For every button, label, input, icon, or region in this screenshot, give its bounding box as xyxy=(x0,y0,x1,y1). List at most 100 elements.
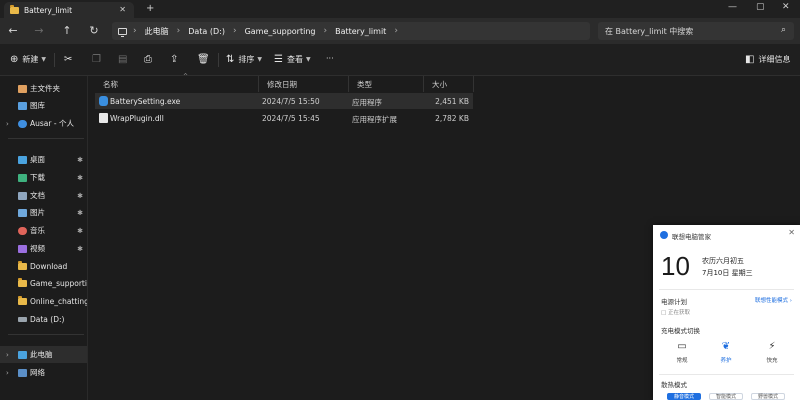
exe-icon xyxy=(99,96,108,106)
charge-mode-care[interactable]: ❦ 养护 xyxy=(711,341,741,364)
power-plan-link[interactable]: 联想性能模式 › xyxy=(755,296,792,304)
sidebar-item-music[interactable]: 音乐 ✱ xyxy=(0,222,87,239)
sidebar-item-online-chatting[interactable]: Online_chatting xyxy=(0,293,87,310)
address-bar[interactable]: › 此电脑 › Data (D:) › Game_supporting › Ba… xyxy=(112,22,590,40)
file-type: 应用程序扩展 xyxy=(352,115,397,124)
chevron-right-icon[interactable]: › xyxy=(6,120,9,128)
panel-title: 联想电脑管家 xyxy=(672,233,711,241)
back-button[interactable]: ← xyxy=(6,24,20,37)
charge-mode-label-text: 快充 xyxy=(766,358,778,364)
details-pane-icon: ◧ xyxy=(745,54,755,65)
new-tab-button[interactable]: + xyxy=(146,3,154,14)
sort-label: 排序 xyxy=(238,55,255,64)
home-icon xyxy=(18,84,27,93)
tab-battery-limit[interactable]: Battery_limit ✕ xyxy=(4,2,134,18)
forward-button[interactable]: → xyxy=(32,24,46,37)
sidebar-item-label: 图片 xyxy=(30,208,45,217)
minimize-button[interactable]: — xyxy=(728,2,737,12)
breadcrumb-separator[interactable]: › xyxy=(394,26,398,36)
column-header-size[interactable]: 大小 xyxy=(424,76,474,92)
column-header-name[interactable]: 名称 ^ xyxy=(95,73,259,92)
panel-close-button[interactable]: ✕ xyxy=(788,228,795,237)
sidebar-item-network[interactable]: › 网络 xyxy=(0,364,87,381)
cut-button[interactable]: ✂ xyxy=(64,54,76,65)
perf-mode-silent[interactable]: 静音模式 xyxy=(667,393,701,400)
view-button[interactable]: ☰ 查看 ▼ xyxy=(274,54,311,65)
sidebar-item-downloads[interactable]: 下载 ✱ xyxy=(0,169,87,186)
computer-icon xyxy=(18,350,27,359)
delete-button[interactable]: 🗑 xyxy=(197,54,214,65)
sidebar-item-pictures[interactable]: 图片 ✱ xyxy=(0,204,87,221)
view-icon: ☰ xyxy=(274,54,283,65)
sidebar-item-home[interactable]: 主文件夹 xyxy=(0,80,87,97)
power-plan-status: 正在获取 xyxy=(661,308,690,316)
breadcrumb-battery-limit[interactable]: Battery_limit xyxy=(335,27,386,36)
search-input[interactable]: 在 Battery_limit 中搜索 xyxy=(605,26,693,37)
chevron-down-icon: ▼ xyxy=(257,56,263,63)
pin-icon: ✱ xyxy=(77,191,83,200)
sidebar-item-download-folder[interactable]: Download xyxy=(0,258,87,275)
table-row[interactable]: WrapPlugin.dll 2024/7/5 15:45 应用程序扩展 2,7… xyxy=(95,110,473,126)
sidebar-item-label: 网络 xyxy=(30,368,45,377)
close-window-button[interactable]: ✕ xyxy=(782,2,790,12)
sidebar-item-onedrive[interactable]: › Ausar - 个人 xyxy=(0,115,87,132)
network-icon xyxy=(18,368,27,377)
sidebar-item-label: 桌面 xyxy=(30,155,45,164)
column-header-label: 类型 xyxy=(357,79,372,89)
document-icon xyxy=(18,191,27,200)
up-button[interactable]: ↑ xyxy=(60,24,74,37)
sidebar-item-label: Online_chatting xyxy=(30,297,87,306)
sidebar-item-label: 图库 xyxy=(30,101,45,110)
file-type: 应用程序 xyxy=(352,98,382,107)
tab-close-icon[interactable]: ✕ xyxy=(119,5,126,14)
sidebar-item-gallery[interactable]: 图库 xyxy=(0,97,87,114)
column-header-label: 修改日期 xyxy=(267,79,297,89)
sidebar-item-label: Game_supporting xyxy=(30,279,87,288)
maximize-button[interactable]: ▢ xyxy=(756,2,765,12)
charge-mode-fast[interactable]: ⚡ 快充 xyxy=(757,341,787,364)
sidebar-item-videos[interactable]: 视频 ✱ xyxy=(0,240,87,257)
breadcrumb-game-supporting[interactable]: Game_supporting xyxy=(245,27,316,36)
sidebar-item-documents[interactable]: 文档 ✱ xyxy=(0,187,87,204)
search-box[interactable]: 在 Battery_limit 中搜索 ⌕ xyxy=(598,22,794,40)
sidebar-item-label: 下载 xyxy=(30,173,45,182)
perf-mode-smart[interactable]: 智能模式 xyxy=(709,393,743,400)
sidebar-item-this-pc[interactable]: › 此电脑 xyxy=(0,346,87,363)
new-button[interactable]: ⊕ 新建 ▼ xyxy=(10,54,46,65)
charge-mode-normal[interactable]: ▭ 常规 xyxy=(667,341,697,364)
chevron-right-icon[interactable]: › xyxy=(6,369,9,377)
table-row[interactable]: BatterySetting.exe 2024/7/5 15:50 应用程序 2… xyxy=(95,93,473,109)
sidebar-item-game-supporting[interactable]: Game_supporting xyxy=(0,275,87,292)
lenovo-logo-icon xyxy=(660,231,668,239)
refresh-button[interactable]: ↻ xyxy=(87,24,101,37)
share-button[interactable]: ⇪ xyxy=(170,54,182,65)
breadcrumb-this-pc[interactable]: 此电脑 xyxy=(145,26,169,37)
file-name: WrapPlugin.dll xyxy=(110,114,164,123)
chevron-down-icon: ▼ xyxy=(41,56,47,63)
column-header-type[interactable]: 类型 xyxy=(349,76,424,92)
sidebar-item-data-drive[interactable]: Data (D:) xyxy=(0,311,87,328)
sort-button[interactable]: ⇅ 排序 ▼ xyxy=(226,54,262,65)
breadcrumb-separator: › xyxy=(232,26,237,36)
folder-icon xyxy=(18,296,27,305)
column-header-modified[interactable]: 修改日期 xyxy=(259,76,349,92)
plus-circle-icon: ⊕ xyxy=(10,54,19,65)
chevron-down-icon: ▼ xyxy=(305,56,311,63)
details-pane-button[interactable]: ◧ 详细信息 xyxy=(745,54,790,65)
column-header-label: 名称 xyxy=(103,79,118,89)
sidebar-item-desktop[interactable]: 桌面 ✱ xyxy=(0,151,87,168)
sort-icon: ⇅ xyxy=(226,54,235,65)
download-icon xyxy=(18,173,27,182)
rename-button[interactable]: ⎙ xyxy=(144,54,156,65)
chevron-right-icon[interactable]: › xyxy=(6,351,9,359)
perf-mode-beast[interactable]: 野兽模式 xyxy=(751,393,785,400)
copy-button[interactable]: ❐ xyxy=(92,54,105,65)
computer-icon xyxy=(118,27,127,37)
power-plan-label: 电源计划 xyxy=(661,298,687,306)
more-options-button[interactable]: ··· xyxy=(326,54,334,63)
scissors-icon: ✂ xyxy=(64,54,73,65)
toolbar-divider xyxy=(54,53,55,67)
breadcrumb-data-drive[interactable]: Data (D:) xyxy=(188,27,225,36)
details-label: 详细信息 xyxy=(758,55,791,64)
paste-button[interactable]: ▤ xyxy=(118,54,131,65)
